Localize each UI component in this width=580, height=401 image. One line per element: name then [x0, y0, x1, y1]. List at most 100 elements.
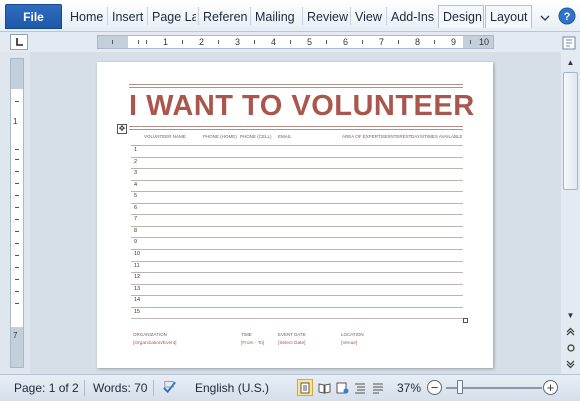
- row-number: 2: [134, 158, 138, 165]
- event-date-field[interactable]: [Select Date]: [278, 341, 305, 346]
- table-bottom-rule: [131, 318, 463, 319]
- status-bar: Page: 1 of 2 Words: 70 English (U.S.) 37…: [0, 374, 580, 401]
- table-row[interactable]: [131, 283, 463, 285]
- ruler-tick: [138, 40, 139, 44]
- zoom-in-button[interactable]: +: [543, 380, 558, 395]
- ruler-tick: [15, 219, 19, 220]
- row-number: 14: [134, 297, 141, 304]
- select-browse-object-button[interactable]: [563, 341, 578, 355]
- row-number: 13: [134, 285, 141, 292]
- table-move-handle[interactable]: ✥: [117, 124, 127, 134]
- time-field[interactable]: [From - To]: [241, 341, 264, 346]
- title-rule-top: [129, 87, 463, 88]
- tab-view[interactable]: View: [351, 5, 385, 28]
- table-row[interactable]: [131, 248, 463, 250]
- scroll-thumb[interactable]: [563, 72, 578, 190]
- vertical-scrollbar[interactable]: ▲ ▼: [561, 52, 580, 374]
- ruler-number: 10: [479, 37, 490, 47]
- ruler-tick: [15, 183, 19, 184]
- column-header: PHONE (CELL): [240, 134, 272, 139]
- scroll-down-button[interactable]: ▼: [563, 308, 578, 322]
- ruler-tick: [15, 231, 19, 232]
- footer-label-event-date: EVENT DATE: [278, 332, 306, 337]
- tab-page-layout[interactable]: Page La: [148, 5, 196, 28]
- tab-references[interactable]: Referen: [199, 5, 249, 28]
- document-title[interactable]: I WANT TO VOLUNTEER: [129, 90, 475, 123]
- help-icon[interactable]: ?: [558, 7, 576, 25]
- row-number: 10: [134, 250, 141, 257]
- tab-home[interactable]: Home: [66, 5, 106, 28]
- ruler-number: 8: [415, 37, 421, 47]
- table-row[interactable]: [131, 260, 463, 262]
- tab-review[interactable]: Review: [303, 5, 349, 28]
- tab-add-ins[interactable]: Add-Ins: [387, 5, 437, 28]
- ruler-tick: [398, 40, 399, 44]
- scroll-up-button[interactable]: ▲: [563, 55, 578, 69]
- tab-design[interactable]: Design: [438, 5, 484, 28]
- column-header: VOLUNTEER NAME: [144, 134, 186, 139]
- web-layout-icon[interactable]: [334, 379, 350, 396]
- ruler-top-margin: [11, 59, 23, 89]
- zoom-level[interactable]: 37%: [397, 381, 421, 395]
- document-area[interactable]: I WANT TO VOLUNTEER ✥ VOLUNTEER NAME PHO…: [30, 52, 561, 374]
- zoom-out-button[interactable]: −: [427, 380, 442, 395]
- ruler-tick: [15, 279, 19, 280]
- next-page-button[interactable]: [563, 357, 578, 371]
- table-row[interactable]: [131, 168, 463, 170]
- organization-field[interactable]: [Organization/Event]: [133, 341, 176, 346]
- table-row[interactable]: [131, 295, 463, 297]
- language-indicator[interactable]: English (U.S.): [195, 381, 269, 395]
- table-row[interactable]: [131, 179, 463, 181]
- table-row[interactable]: [131, 306, 463, 308]
- row-number: 8: [134, 227, 138, 234]
- tab-insert[interactable]: Insert: [108, 5, 146, 28]
- full-screen-reading-icon[interactable]: [316, 379, 332, 396]
- table-row[interactable]: [131, 237, 463, 239]
- ruler-number: 7: [379, 37, 385, 47]
- document-page[interactable]: I WANT TO VOLUNTEER ✥ VOLUNTEER NAME PHO…: [97, 62, 493, 368]
- ruler-tick: [146, 40, 147, 44]
- ruler-tick: [218, 40, 219, 44]
- file-tab[interactable]: File: [5, 4, 62, 29]
- table-row[interactable]: [131, 191, 463, 193]
- footer-label-location: LOCATION: [341, 332, 364, 337]
- row-number: 7: [134, 216, 138, 223]
- table-row[interactable]: [131, 145, 463, 146]
- table-row[interactable]: [131, 214, 463, 216]
- tab-layout[interactable]: Layout: [485, 5, 532, 28]
- word-window: File Home Insert Page La Referen Mailing…: [0, 0, 580, 401]
- chevron-down-icon[interactable]: [536, 7, 554, 25]
- ruler-tick: [470, 40, 471, 44]
- ruler-tick: [15, 243, 19, 244]
- outline-view-icon[interactable]: [352, 379, 368, 396]
- table-row[interactable]: [131, 156, 463, 158]
- draft-view-icon[interactable]: [370, 379, 386, 396]
- ruler-tick: [15, 101, 19, 102]
- print-layout-icon[interactable]: [297, 379, 313, 396]
- ruler-number: 6: [343, 37, 349, 47]
- ruler-tick: [254, 40, 255, 44]
- table-resize-handle[interactable]: [463, 318, 468, 323]
- table-row[interactable]: [131, 225, 463, 227]
- page-count[interactable]: Page: 1 of 2: [14, 381, 79, 395]
- vertical-ruler[interactable]: 1 7: [10, 58, 24, 368]
- previous-page-button[interactable]: [563, 324, 578, 338]
- proofing-icon[interactable]: [162, 379, 178, 396]
- table-row[interactable]: [131, 272, 463, 274]
- ruler-tick: [15, 255, 19, 256]
- zoom-slider-thumb[interactable]: [457, 380, 464, 394]
- row-number: 5: [134, 193, 138, 200]
- location-field[interactable]: [Venue]: [341, 341, 357, 346]
- status-separator: [153, 380, 154, 396]
- row-number: 4: [134, 181, 138, 188]
- tab-mailings[interactable]: Mailing: [251, 5, 301, 28]
- table-row[interactable]: [131, 202, 463, 204]
- ruler-tick: [15, 267, 19, 268]
- word-count[interactable]: Words: 70: [93, 381, 147, 395]
- tab-selector[interactable]: [10, 34, 28, 50]
- ruler-tick: [326, 40, 327, 44]
- horizontal-ruler[interactable]: 1 2 3 4 5 6 7 8 9 10: [97, 35, 494, 49]
- view-ruler-icon[interactable]: [560, 34, 578, 52]
- ruler-tick: [362, 40, 363, 44]
- row-number: 15: [134, 308, 141, 315]
